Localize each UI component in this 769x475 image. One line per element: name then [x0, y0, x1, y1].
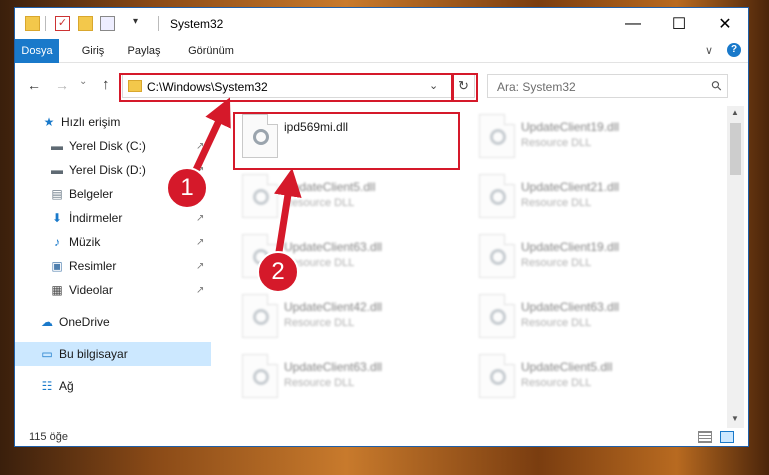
- step-badge-1: 1: [166, 167, 208, 209]
- arrow-1: [191, 97, 231, 174]
- step-badge-2: 2: [257, 251, 299, 293]
- arrow-2: [273, 168, 302, 259]
- annotation-arrows: [191, 97, 302, 259]
